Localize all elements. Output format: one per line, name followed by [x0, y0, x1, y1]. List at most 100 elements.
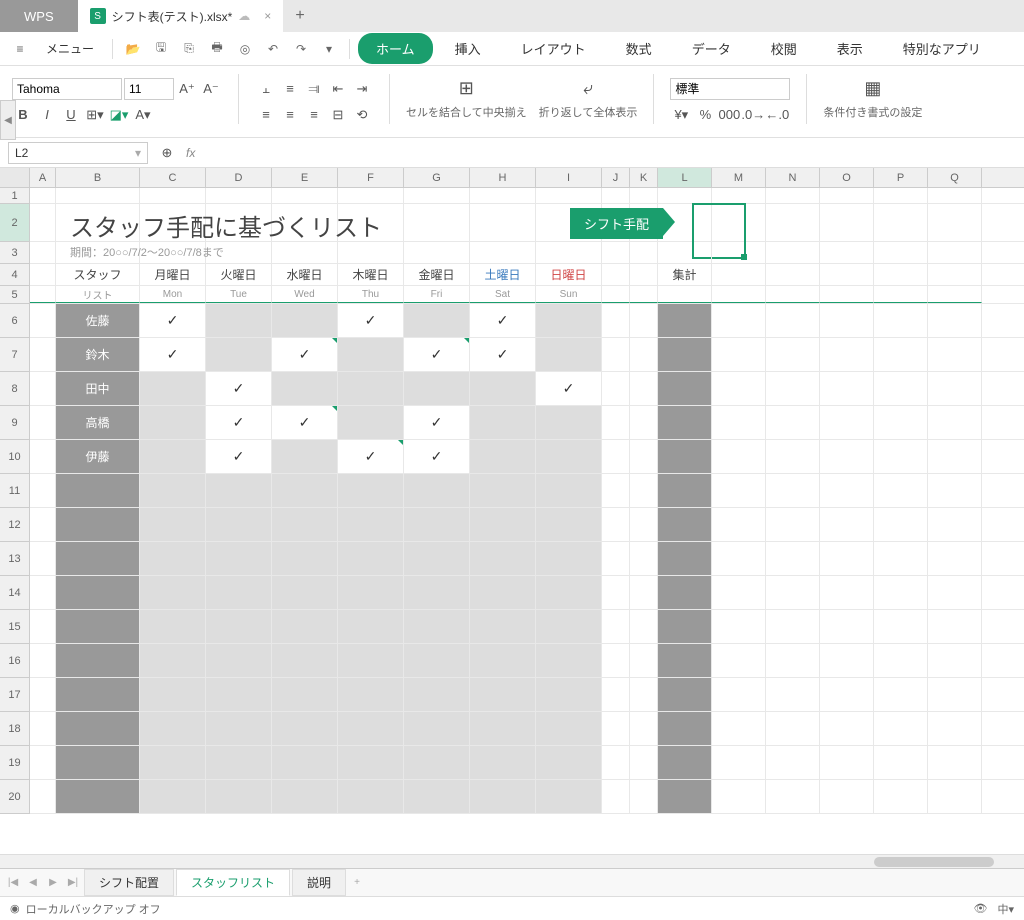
cell[interactable] — [602, 242, 630, 264]
staff-name[interactable]: 田中 — [56, 372, 140, 405]
shift-cell[interactable]: ✓ — [404, 440, 470, 473]
print-icon[interactable]: 🖶 — [205, 37, 229, 61]
staff-name[interactable]: 鈴木 — [56, 338, 140, 371]
shift-cell[interactable] — [536, 304, 602, 337]
col-header-A[interactable]: A — [30, 168, 56, 187]
staff-name[interactable]: 高橋 — [56, 406, 140, 439]
staff-name[interactable]: 佐藤 — [56, 304, 140, 337]
shift-cell[interactable] — [470, 780, 536, 813]
col-header-O[interactable]: O — [820, 168, 874, 187]
shift-cell[interactable] — [404, 780, 470, 813]
shift-cell[interactable] — [338, 542, 404, 575]
shift-cell[interactable] — [404, 712, 470, 745]
shift-cell[interactable] — [536, 678, 602, 711]
shift-cell[interactable]: ✓ — [206, 372, 272, 405]
cell[interactable] — [30, 242, 56, 264]
shift-cell[interactable] — [206, 508, 272, 541]
shift-cell[interactable] — [272, 576, 338, 609]
align-left-icon[interactable]: ≡ — [255, 104, 277, 126]
sheet-nav-prev[interactable]: ◀ — [24, 874, 42, 892]
select-all-corner[interactable] — [0, 168, 30, 188]
shift-cell[interactable]: ✓ — [536, 372, 602, 405]
tab-data[interactable]: データ — [674, 33, 749, 64]
cell[interactable] — [30, 188, 56, 204]
cell[interactable] — [404, 188, 470, 204]
cell[interactable] — [272, 242, 338, 264]
shift-cell[interactable] — [140, 712, 206, 745]
sheet-tab[interactable]: スタッフリスト — [176, 869, 290, 896]
preview-icon[interactable]: ◎ — [233, 37, 257, 61]
shift-cell[interactable] — [272, 542, 338, 575]
row-header-9[interactable]: 9 — [0, 406, 30, 440]
row-header-10[interactable]: 10 — [0, 440, 30, 474]
shift-cell[interactable]: ✓ — [404, 338, 470, 371]
name-box[interactable]: L2 ▾ — [8, 142, 148, 164]
cell[interactable] — [820, 188, 874, 204]
total-cell[interactable] — [658, 406, 712, 439]
sheet-nav-last[interactable]: ▶| — [64, 874, 82, 892]
cell[interactable] — [30, 204, 56, 242]
shift-cell[interactable] — [404, 576, 470, 609]
col-header-J[interactable]: J — [602, 168, 630, 187]
total-cell[interactable] — [658, 746, 712, 779]
shift-cell[interactable] — [338, 338, 404, 371]
side-panel-toggle[interactable]: ◀ — [0, 100, 16, 140]
shift-cell[interactable] — [140, 576, 206, 609]
wrap-text-icon[interactable]: ⤶ — [574, 74, 602, 102]
staff-name-empty[interactable] — [56, 576, 140, 609]
total-cell[interactable] — [658, 712, 712, 745]
cell[interactable] — [820, 242, 874, 264]
cell[interactable] — [712, 204, 766, 242]
zoom-fit-icon[interactable]: ⊕ — [156, 142, 178, 164]
shift-cell[interactable] — [206, 338, 272, 371]
shift-cell[interactable] — [272, 440, 338, 473]
total-cell[interactable] — [658, 576, 712, 609]
shift-cell[interactable] — [404, 508, 470, 541]
shift-cell[interactable] — [140, 780, 206, 813]
indent-dec-icon[interactable]: ⇤ — [327, 78, 349, 100]
cell[interactable] — [928, 204, 982, 242]
sheet-nav-first[interactable]: |◀ — [4, 874, 22, 892]
number-format-select[interactable] — [670, 78, 790, 100]
shift-cell[interactable] — [536, 576, 602, 609]
shift-cell[interactable] — [338, 576, 404, 609]
staff-name-empty[interactable] — [56, 474, 140, 507]
shift-cell[interactable]: ✓ — [206, 406, 272, 439]
shift-cell[interactable] — [470, 542, 536, 575]
shift-cell[interactable] — [470, 406, 536, 439]
cell[interactable] — [874, 204, 928, 242]
shift-cell[interactable] — [206, 474, 272, 507]
cell[interactable] — [658, 188, 712, 204]
shift-cell[interactable] — [536, 440, 602, 473]
shift-cell[interactable] — [140, 406, 206, 439]
dec-decimal-icon[interactable]: ←.0 — [766, 104, 788, 126]
row-header-2[interactable]: 2 — [0, 204, 30, 242]
shift-cell[interactable] — [206, 712, 272, 745]
shift-cell[interactable]: ✓ — [206, 440, 272, 473]
shift-cell[interactable] — [206, 780, 272, 813]
shift-cell[interactable] — [272, 610, 338, 643]
shift-cell[interactable] — [338, 678, 404, 711]
shift-cell[interactable] — [338, 508, 404, 541]
row-header-18[interactable]: 18 — [0, 712, 30, 746]
row-header-7[interactable]: 7 — [0, 338, 30, 372]
shift-cell[interactable] — [536, 508, 602, 541]
cell[interactable] — [272, 188, 338, 204]
sheet-nav-next[interactable]: ▶ — [44, 874, 62, 892]
shift-cell[interactable] — [536, 542, 602, 575]
shift-cell[interactable] — [272, 780, 338, 813]
cell[interactable] — [712, 242, 766, 264]
staff-name-empty[interactable] — [56, 746, 140, 779]
align-bottom-icon[interactable]: ⫥ — [303, 78, 325, 100]
shift-cell[interactable] — [140, 678, 206, 711]
row-header-12[interactable]: 12 — [0, 508, 30, 542]
menu-button[interactable]: メニュー — [36, 36, 104, 61]
shift-cell[interactable] — [470, 746, 536, 779]
row-header-13[interactable]: 13 — [0, 542, 30, 576]
shift-cell[interactable] — [206, 746, 272, 779]
total-cell[interactable] — [658, 508, 712, 541]
cell[interactable] — [874, 242, 928, 264]
cell[interactable] — [820, 204, 874, 242]
col-header-M[interactable]: M — [712, 168, 766, 187]
inc-decimal-icon[interactable]: .0→ — [742, 104, 764, 126]
